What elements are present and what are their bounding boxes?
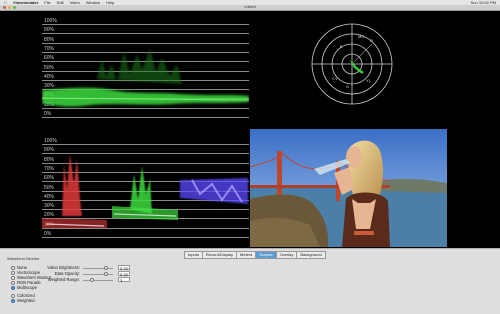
vectorscope-label: R <box>370 38 373 43</box>
rgb-parade-trace <box>42 154 248 228</box>
tab-overlay[interactable]: Overlay <box>275 251 298 259</box>
vectorscope-label: G <box>346 84 349 89</box>
vectorscope-label: MG <box>358 34 364 39</box>
radio-weighted[interactable] <box>11 298 15 303</box>
tab-inputs[interactable]: Inputs <box>184 251 203 259</box>
zoom-window-button[interactable] <box>13 6 16 9</box>
waveform-trace <box>42 49 249 107</box>
weighted-range-slider[interactable] <box>83 278 113 282</box>
radio-none[interactable] <box>11 265 15 270</box>
weighted-range-label: Weighted Range: <box>47 277 80 282</box>
option-weighted[interactable]: Weighted <box>11 298 35 303</box>
tab-bar: Inputs Record/Display Meters Scopes Overlay B… <box>184 251 326 259</box>
data-opacity-slider[interactable] <box>83 272 113 276</box>
tab-scopes[interactable]: Scopes <box>255 251 277 259</box>
rgb-parade: 100%90%80%70%60%50%40%30%20%10%0% <box>42 139 249 238</box>
parade-gridline <box>42 237 249 238</box>
vectorscope-label: CY <box>332 76 338 81</box>
video-brightness-value[interactable]: 0.75 <box>118 265 130 271</box>
radio-colorized[interactable] <box>11 293 15 298</box>
section-label: Waveform Monitor <box>7 256 40 261</box>
weighted-range-value[interactable]: 3 <box>118 277 130 283</box>
tab-meters[interactable]: Meters <box>236 251 257 259</box>
video-preview <box>250 129 447 247</box>
window-title: Untitled <box>244 5 256 9</box>
waveform-monitor: 100%90%80%70%60%50%40%30%20%10%0% <box>42 19 249 118</box>
video-brightness-knob[interactable] <box>103 266 108 270</box>
radio-rgb-parade[interactable] <box>11 280 15 285</box>
option-multiscope[interactable]: Multiscope <box>11 285 37 290</box>
data-opacity-value[interactable]: 0.75 <box>118 271 130 277</box>
tab-background[interactable]: Background <box>296 251 326 259</box>
window-title-bar: Untitled <box>0 5 500 11</box>
waveform-gridline <box>42 117 249 118</box>
data-opacity-knob[interactable] <box>103 272 108 276</box>
option-multiscope-label: Multiscope <box>17 285 38 290</box>
radio-waveform-monitor[interactable] <box>11 275 15 280</box>
radio-multiscope[interactable] <box>11 285 15 290</box>
radio-vectorscope[interactable] <box>11 270 15 275</box>
video-frame-image <box>250 129 447 247</box>
vectorscope-label: YL <box>366 78 372 83</box>
video-brightness-label: Video Brightness: <box>47 265 80 270</box>
option-weighted-label: Weighted <box>17 298 35 303</box>
close-window-button[interactable] <box>3 6 6 9</box>
vectorscope-label: B <box>340 44 343 49</box>
weighted-range-knob[interactable] <box>90 278 94 282</box>
preferences-panel: Inputs Record/Display Meters Scopes Overlay B… <box>0 248 500 314</box>
tab-record-display[interactable]: Record/Display <box>201 251 238 259</box>
video-brightness-slider[interactable] <box>83 266 113 270</box>
data-opacity-label: Data Opacity: <box>54 271 80 276</box>
minimize-window-button[interactable] <box>8 6 11 9</box>
vectorscope: R MG B CY G YL <box>310 22 394 106</box>
